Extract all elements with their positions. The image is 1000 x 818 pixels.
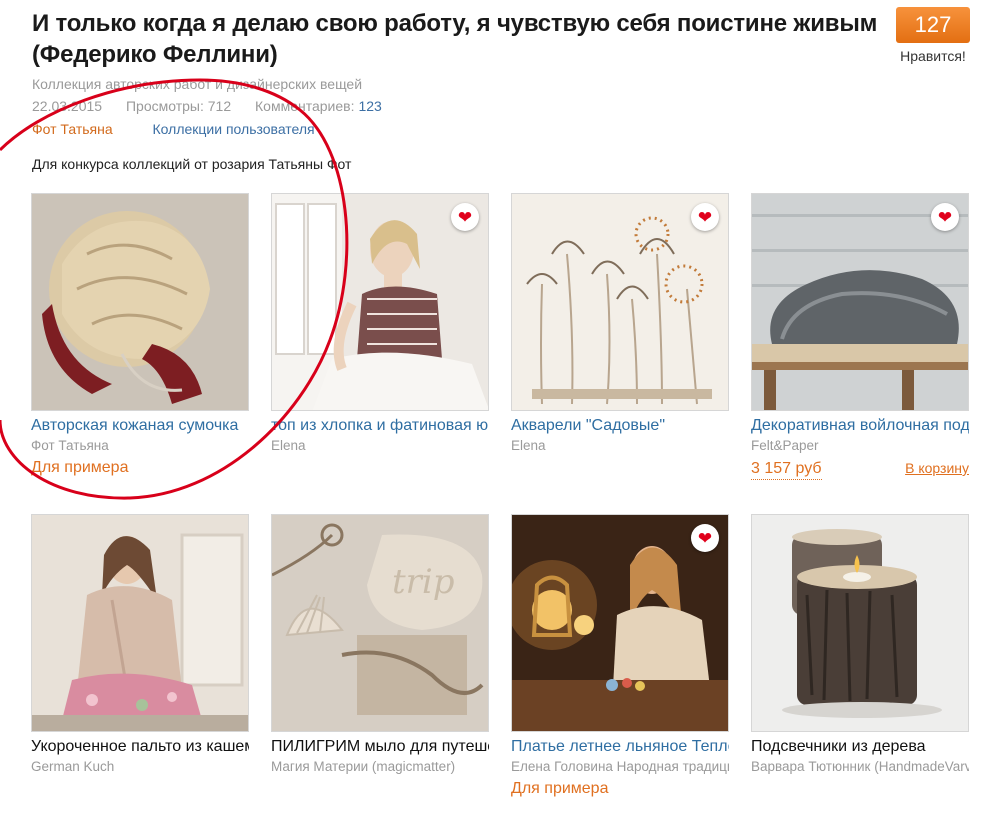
item-thumbnail[interactable]: ❤ [511,514,729,732]
leather-rose-bag-photo [32,194,248,410]
item-author[interactable]: Елена Головина Народная традиция [511,758,729,776]
item-card: Подсвечники из дерева Варвара Тютюнник (… [751,514,971,776]
item-price: 3 157 руб [751,459,822,480]
item-author[interactable]: Фот Татьяна [31,437,249,455]
item-title-link[interactable]: ПИЛИГРИМ мыло для путешествий [271,737,489,757]
item-author[interactable]: Варвара Тютюнник (HandmadeVarvara) [751,758,969,776]
trip-soap-and-shells-photo: trip [272,515,488,731]
item-title-link[interactable]: топ из хлопка и фатиновая юбка [271,416,489,436]
item-status: Для примера [31,459,129,476]
item-title-link[interactable]: Акварели "Садовые" [511,416,729,436]
author-link[interactable]: Фот Татьяна [32,121,113,137]
item-card: Авторская кожаная сумочка Фот Татьяна Дл… [31,193,251,478]
like-button[interactable]: 127 [896,7,970,43]
author-line: Фот Татьяна Коллекции пользователя [32,121,315,137]
collection-subtitle: Коллекция авторских работ и дизайнерских… [32,76,363,92]
item-title-link[interactable]: Платье летнее льняное Тепло [511,737,729,757]
woman-in-coat-photo [32,515,248,731]
item-author[interactable]: German Kuch [31,758,249,776]
views-count: Просмотры: 712 [125,98,232,114]
item-card: trip ПИЛИГРИМ мыло для путешествий Магия… [271,514,491,776]
item-thumbnail[interactable]: ❤ [751,193,969,411]
item-status: Для примера [511,780,609,797]
svg-text:trip: trip [392,562,455,602]
item-author[interactable]: Elena [511,437,729,455]
like-label: Нравится! [900,48,966,64]
add-to-cart-link[interactable]: В корзину [905,458,969,478]
item-card: Укороченное пальто из кашемира German Ku… [31,514,251,776]
item-title-link[interactable]: Укороченное пальто из кашемира [31,737,249,757]
price-row: 3 157 руб В корзину [751,458,969,480]
item-title-link[interactable]: Декоративная войлочная подушка [751,416,969,436]
item-author[interactable]: Магия Материи (magicmatter) [271,758,489,776]
collection-meta: 22.03.2015 Просмотры: 712 Комментариев: 1… [32,98,402,114]
publish-date: 22.03.2015 [32,98,103,114]
item-thumbnail[interactable] [31,193,249,411]
favorite-heart-icon[interactable]: ❤ [691,203,719,231]
favorite-heart-icon[interactable]: ❤ [451,203,479,231]
comments-label: Комментариев: 123 [255,98,382,114]
collection-title: И только когда я делаю свою работу, я чу… [32,10,878,68]
item-author[interactable]: Elena [271,437,489,455]
collection-description: Для конкурса коллекций от розария Татьян… [32,156,352,172]
item-card: ❤ Декоративная войлочная подушка Felt&Pa… [751,193,971,480]
item-card: ❤ топ из хлопка и фатиновая юбка Elena [271,193,491,455]
item-title-link[interactable]: Авторская кожаная сумочка [31,416,249,436]
user-collections-link[interactable]: Коллекции пользователя [153,121,315,137]
item-card: ❤ Акварели "Садовые" Elena [511,193,731,455]
item-thumbnail[interactable]: ❤ [511,193,729,411]
item-thumbnail[interactable] [31,514,249,732]
item-thumbnail[interactable] [751,514,969,732]
item-thumbnail[interactable]: trip [271,514,489,732]
like-widget: 127 Нравится! [896,7,970,64]
comments-count-link[interactable]: 123 [358,98,381,114]
favorite-heart-icon[interactable]: ❤ [691,524,719,552]
collection-header: И только когда я делаю свою работу, я чу… [32,8,892,92]
wooden-candle-holders-photo [752,515,968,731]
item-card: ❤ Платье летнее льняное Тепло Елена Голо… [511,514,731,799]
favorite-heart-icon[interactable]: ❤ [931,203,959,231]
item-author[interactable]: Felt&Paper [751,437,969,455]
item-title-link[interactable]: Подсвечники из дерева [751,737,969,757]
item-thumbnail[interactable]: ❤ [271,193,489,411]
